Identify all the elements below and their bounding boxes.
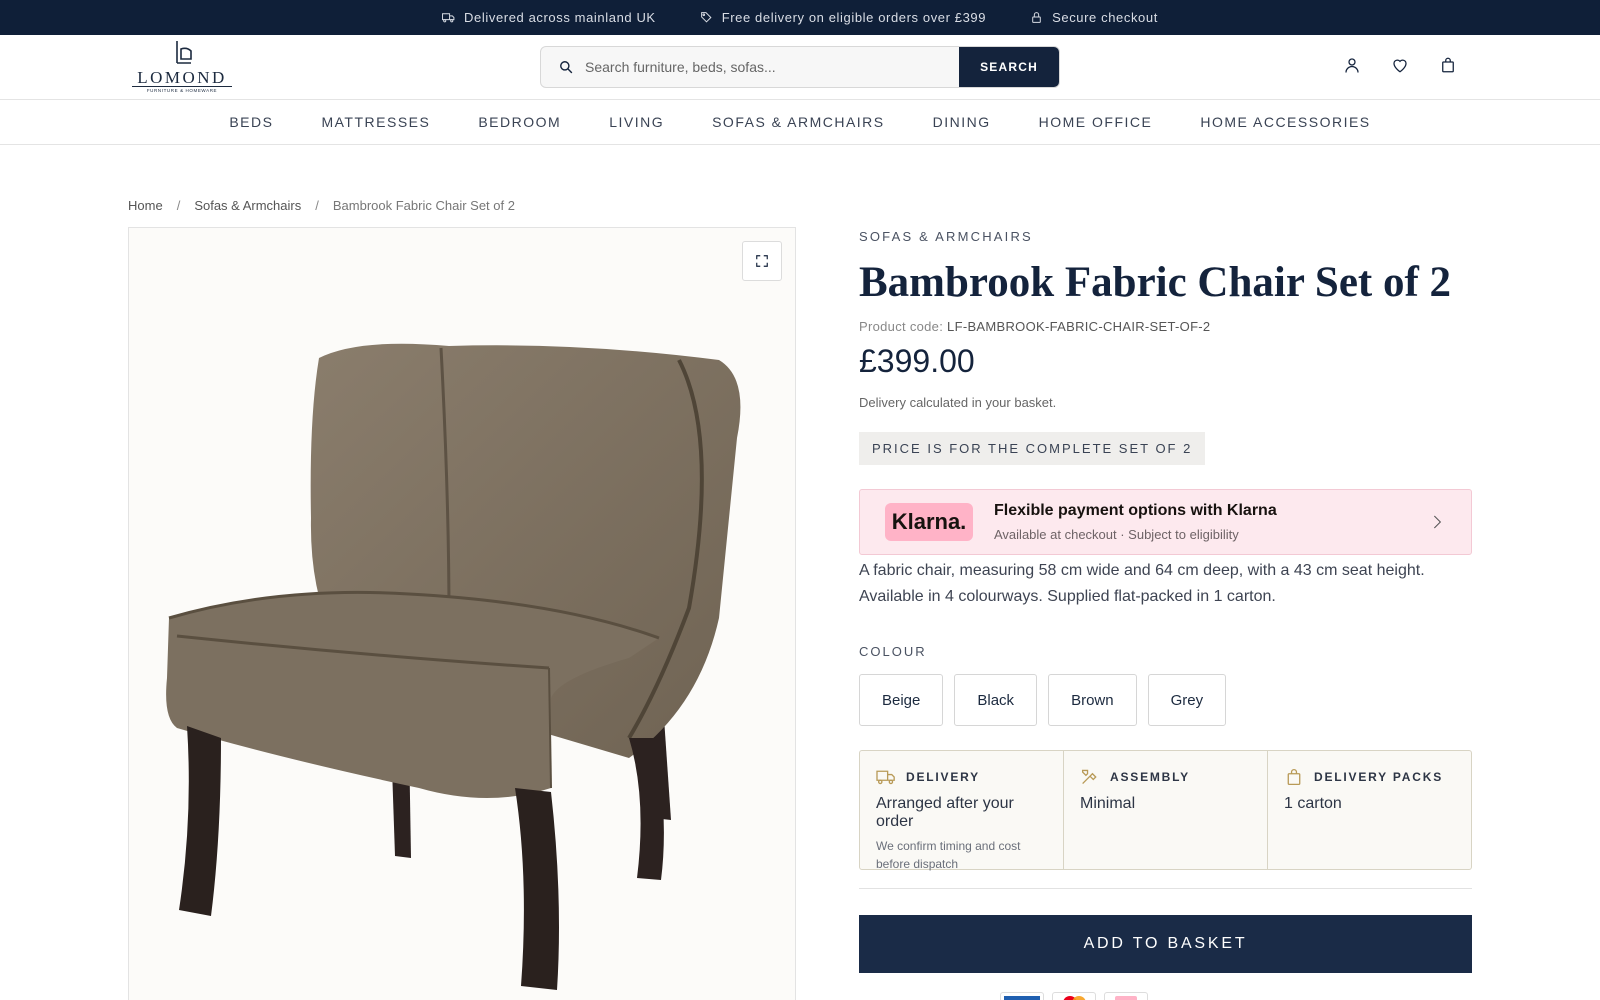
- info-delivery-value: Arranged after your order: [876, 795, 1014, 830]
- nav-item-home-accessories[interactable]: HOME ACCESSORIES: [1176, 114, 1394, 130]
- logo-wordmark: LOMOND: [137, 68, 227, 87]
- truck-icon: [442, 13, 455, 23]
- info-delivery-title: DELIVERY: [906, 770, 980, 784]
- product-code-label: Product code:: [859, 319, 944, 334]
- announcement-free-delivery-text: Free delivery on eligible orders over £3…: [721, 10, 987, 25]
- account-icon: [1345, 58, 1359, 73]
- site-header: LOMOND FURNITURE & HOMEWARE SEARCH: [0, 35, 1600, 100]
- colour-option-brown[interactable]: Brown: [1048, 674, 1137, 726]
- product-info-grid: DELIVERY Arranged after your order We co…: [859, 750, 1472, 871]
- breadcrumb-current: Bambrook Fabric Chair Set of 2: [332, 198, 515, 213]
- account-button[interactable]: [1342, 55, 1362, 75]
- search-bar: SEARCH: [540, 46, 1060, 88]
- klarna-chevron: [1429, 514, 1445, 530]
- lock-icon: [1032, 12, 1041, 23]
- product-code-value: LF-BAMBROOK-FABRIC-CHAIR-SET-OF-2: [947, 319, 1211, 334]
- breadcrumb-home[interactable]: Home: [128, 198, 163, 213]
- basket-bag-icon: [1442, 57, 1454, 73]
- announcement-delivery-text: Delivered across mainland UK: [464, 10, 656, 25]
- breadcrumb-separator: /: [176, 198, 181, 213]
- info-packs-heading: DELIVERY PACKS: [1284, 768, 1455, 786]
- set-badge: PRICE IS FOR THE COMPLETE SET OF 2: [859, 432, 1206, 465]
- search-button[interactable]: SEARCH: [959, 47, 1059, 87]
- announcement-delivery: Delivered across mainland UK: [442, 10, 656, 25]
- wishlist-heart-icon: [1393, 59, 1407, 73]
- info-assembly: ASSEMBLY Minimal: [1064, 751, 1268, 869]
- nav-item-mattresses[interactable]: MATTRESSES: [297, 114, 454, 130]
- klarna-logo: Klarna.: [885, 503, 973, 541]
- info-delivery-note: We confirm timing and cost before dispat…: [876, 839, 1021, 871]
- info-packs: DELIVERY PACKS 1 carton: [1268, 751, 1471, 869]
- nav-item-bedroom[interactable]: BEDROOM: [454, 114, 585, 130]
- colour-option-grey[interactable]: Grey: [1147, 674, 1227, 726]
- product-gallery[interactable]: [128, 227, 796, 1000]
- klarna-banner[interactable]: Klarna. Flexible payment options with Kl…: [859, 489, 1472, 555]
- nav-item-beds[interactable]: BEDS: [205, 114, 297, 130]
- wishlist-button[interactable]: [1390, 55, 1410, 75]
- klarna-subtitle: Available at checkout · Subject to eligi…: [994, 527, 1239, 542]
- delivery-note: Delivery calculated in your basket.: [859, 395, 1057, 410]
- main-navigation: BEDS MATTRESSES BEDROOM LIVING SOFAS & A…: [0, 100, 1600, 145]
- product-title: Bambrook Fabric Chair Set of 2: [859, 259, 1452, 306]
- logo-mark-icon: [176, 41, 192, 64]
- tools-icon: [1081, 769, 1097, 785]
- chevron-right-icon: [1433, 515, 1442, 529]
- info-delivery: DELIVERY Arranged after your order We co…: [860, 751, 1064, 871]
- product-price: £399.00: [859, 343, 975, 379]
- klarna-card-icon: [1104, 992, 1148, 1000]
- package-bag-icon: [1287, 769, 1301, 786]
- nav-item-sofas-armchairs[interactable]: SOFAS & ARMCHAIRS: [688, 114, 909, 130]
- colour-label: COLOUR: [859, 644, 927, 659]
- info-delivery-heading: DELIVERY: [876, 768, 1047, 786]
- nav-item-home-office[interactable]: HOME OFFICE: [1015, 114, 1177, 130]
- logo-tagline: FURNITURE & HOMEWARE: [132, 86, 232, 93]
- mastercard-icon: [1052, 992, 1096, 1000]
- amex-card-icon: [1000, 992, 1044, 1000]
- info-packs-value: 1 carton: [1284, 795, 1342, 812]
- product-details: SOFAS & ARMCHAIRS Bambrook Fabric Chair …: [859, 222, 1473, 973]
- add-to-basket-button[interactable]: ADD TO BASKET: [859, 915, 1472, 973]
- colour-options: Beige Black Brown Grey: [859, 674, 1473, 726]
- info-assembly-value: Minimal: [1080, 795, 1136, 812]
- product-description: A fabric chair, measuring 58 cm wide and…: [859, 562, 1425, 605]
- product-category[interactable]: SOFAS & ARMCHAIRS: [859, 229, 1473, 244]
- info-assembly-heading: ASSEMBLY: [1080, 768, 1251, 786]
- announcement-secure-text: Secure checkout: [1052, 10, 1158, 25]
- tag-icon: [700, 12, 712, 23]
- expand-icon: [756, 255, 768, 267]
- search-icon: [560, 61, 573, 74]
- header-actions: [1342, 55, 1458, 75]
- product-code: Product code: LF-BAMBROOK-FABRIC-CHAIR-S…: [859, 319, 1473, 334]
- colour-option-beige[interactable]: Beige: [859, 674, 944, 726]
- details-divider: [859, 888, 1472, 889]
- breadcrumb-category[interactable]: Sofas & Armchairs: [194, 198, 301, 213]
- announcement-bar: Delivered across mainland UK Free delive…: [0, 0, 1600, 35]
- nav-item-living[interactable]: LIVING: [585, 114, 688, 130]
- nav-item-dining[interactable]: DINING: [909, 114, 1015, 130]
- search-input[interactable]: [585, 47, 945, 87]
- expand-image-button[interactable]: [742, 241, 782, 281]
- breadcrumb-separator: /: [315, 198, 319, 213]
- announcement-free-delivery: Free delivery on eligible orders over £3…: [700, 10, 986, 25]
- info-assembly-title: ASSEMBLY: [1110, 770, 1190, 784]
- truck-icon: [876, 770, 895, 785]
- basket-button[interactable]: [1438, 55, 1458, 75]
- site-logo[interactable]: LOMOND FURNITURE & HOMEWARE: [132, 39, 232, 93]
- colour-option-black[interactable]: Black: [954, 674, 1038, 726]
- info-packs-title: DELIVERY PACKS: [1314, 770, 1443, 784]
- product-image-chair: [166, 343, 741, 990]
- klarna-title: Flexible payment options with Klarna: [994, 502, 1277, 519]
- breadcrumb: Home / Sofas & Armchairs / Bambrook Fabr…: [128, 198, 515, 213]
- announcement-secure: Secure checkout: [1030, 10, 1158, 25]
- payment-methods: [1000, 992, 1148, 1000]
